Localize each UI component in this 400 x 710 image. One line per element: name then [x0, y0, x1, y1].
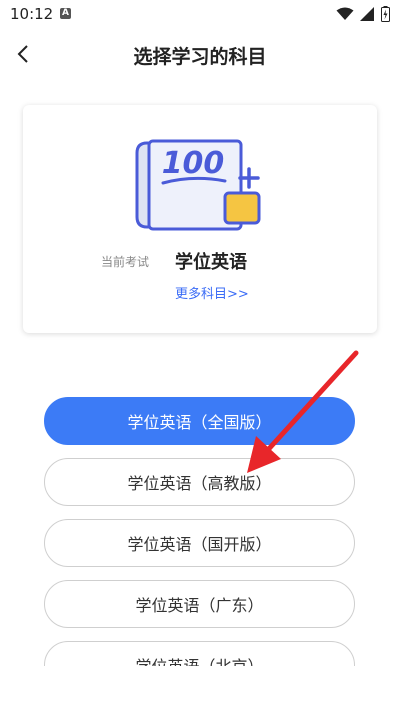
page-title: 选择学习的科目 [133, 46, 267, 68]
notification-a-icon: A [60, 8, 71, 19]
current-exam-label: 当前考试 [101, 255, 150, 269]
subject-list: 学位英语（全国版） 学位英语（高教版） 学位英语（国开版） 学位英语（广东） 学… [0, 380, 400, 666]
subject-button-gaojiao[interactable]: 学位英语（高教版） [44, 458, 355, 506]
exam-paper-100-icon: 100 [135, 139, 261, 231]
subject-button-quanguo[interactable]: 学位英语（全国版） [44, 397, 355, 445]
more-subjects-link[interactable]: 更多科目>> [175, 283, 249, 302]
status-bar: 10:12 A [0, 0, 400, 28]
subject-button-beijing[interactable]: 学位英语（北京） [44, 641, 355, 666]
header: 选择学习的科目 [0, 30, 400, 78]
subject-button-guangdong[interactable]: 学位英语（广东） [44, 580, 355, 628]
current-exam-card: 100 当前考试 学位英语 更多科目>> [23, 105, 377, 333]
wifi-icon [336, 7, 354, 20]
current-exam-value: 学位英语 [175, 252, 247, 273]
subject-button-guokai[interactable]: 学位英语（国开版） [44, 519, 355, 567]
status-icons [336, 6, 390, 22]
score-text: 100 [162, 146, 225, 181]
signal-icon [360, 7, 374, 21]
battery-charging-icon [381, 6, 390, 22]
status-time: 10:12 [10, 5, 54, 23]
